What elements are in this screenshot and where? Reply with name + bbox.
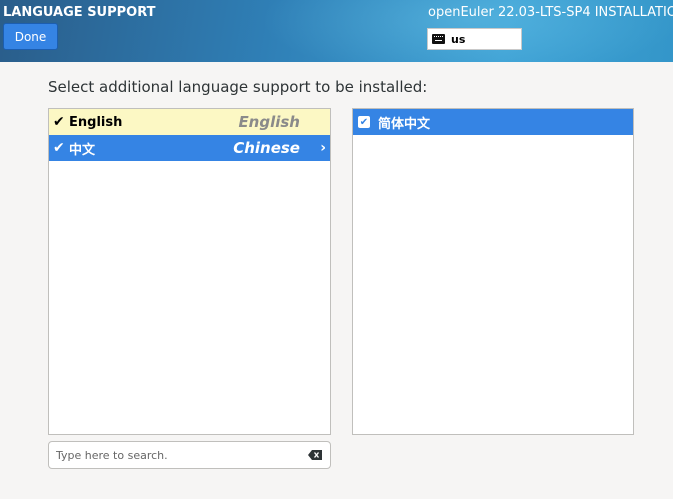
spoke-title: LANGUAGE SUPPORT [3, 5, 156, 20]
checkmark-icon: ✔ [53, 114, 65, 130]
header-bar: LANGUAGE SUPPORT Done openEuler 22.03-LT… [0, 0, 673, 62]
locale-list[interactable]: ✔ 简体中文 [352, 108, 634, 435]
language-english-name: Chinese [233, 139, 300, 157]
language-row-chinese[interactable]: ✔ 中文 Chinese › [49, 135, 330, 161]
language-native-name: English [69, 114, 123, 130]
page-prompt: Select additional language support to be… [48, 78, 428, 96]
language-list[interactable]: ✔ English English ✔ 中文 Chinese › [48, 108, 331, 435]
keyboard-icon [432, 34, 445, 44]
locale-checkbox[interactable]: ✔ [358, 116, 370, 128]
locale-name: 简体中文 [378, 116, 431, 132]
product-title: openEuler 22.03-LTS-SP4 INSTALLATION [428, 5, 673, 20]
keyboard-layout-indicator[interactable]: us [427, 28, 522, 50]
clear-search-icon[interactable] [308, 450, 322, 460]
done-button[interactable]: Done [3, 23, 58, 50]
keyboard-layout-label: us [451, 32, 466, 46]
language-native-name: 中文 [69, 142, 96, 158]
chevron-right-icon: › [320, 140, 326, 156]
search-box[interactable] [48, 441, 331, 469]
language-english-name: English [238, 113, 300, 131]
locale-row[interactable]: ✔ 简体中文 [353, 109, 633, 135]
search-input[interactable] [56, 448, 296, 462]
checkmark-icon: ✔ [53, 140, 65, 156]
language-row-english[interactable]: ✔ English English [49, 109, 330, 135]
